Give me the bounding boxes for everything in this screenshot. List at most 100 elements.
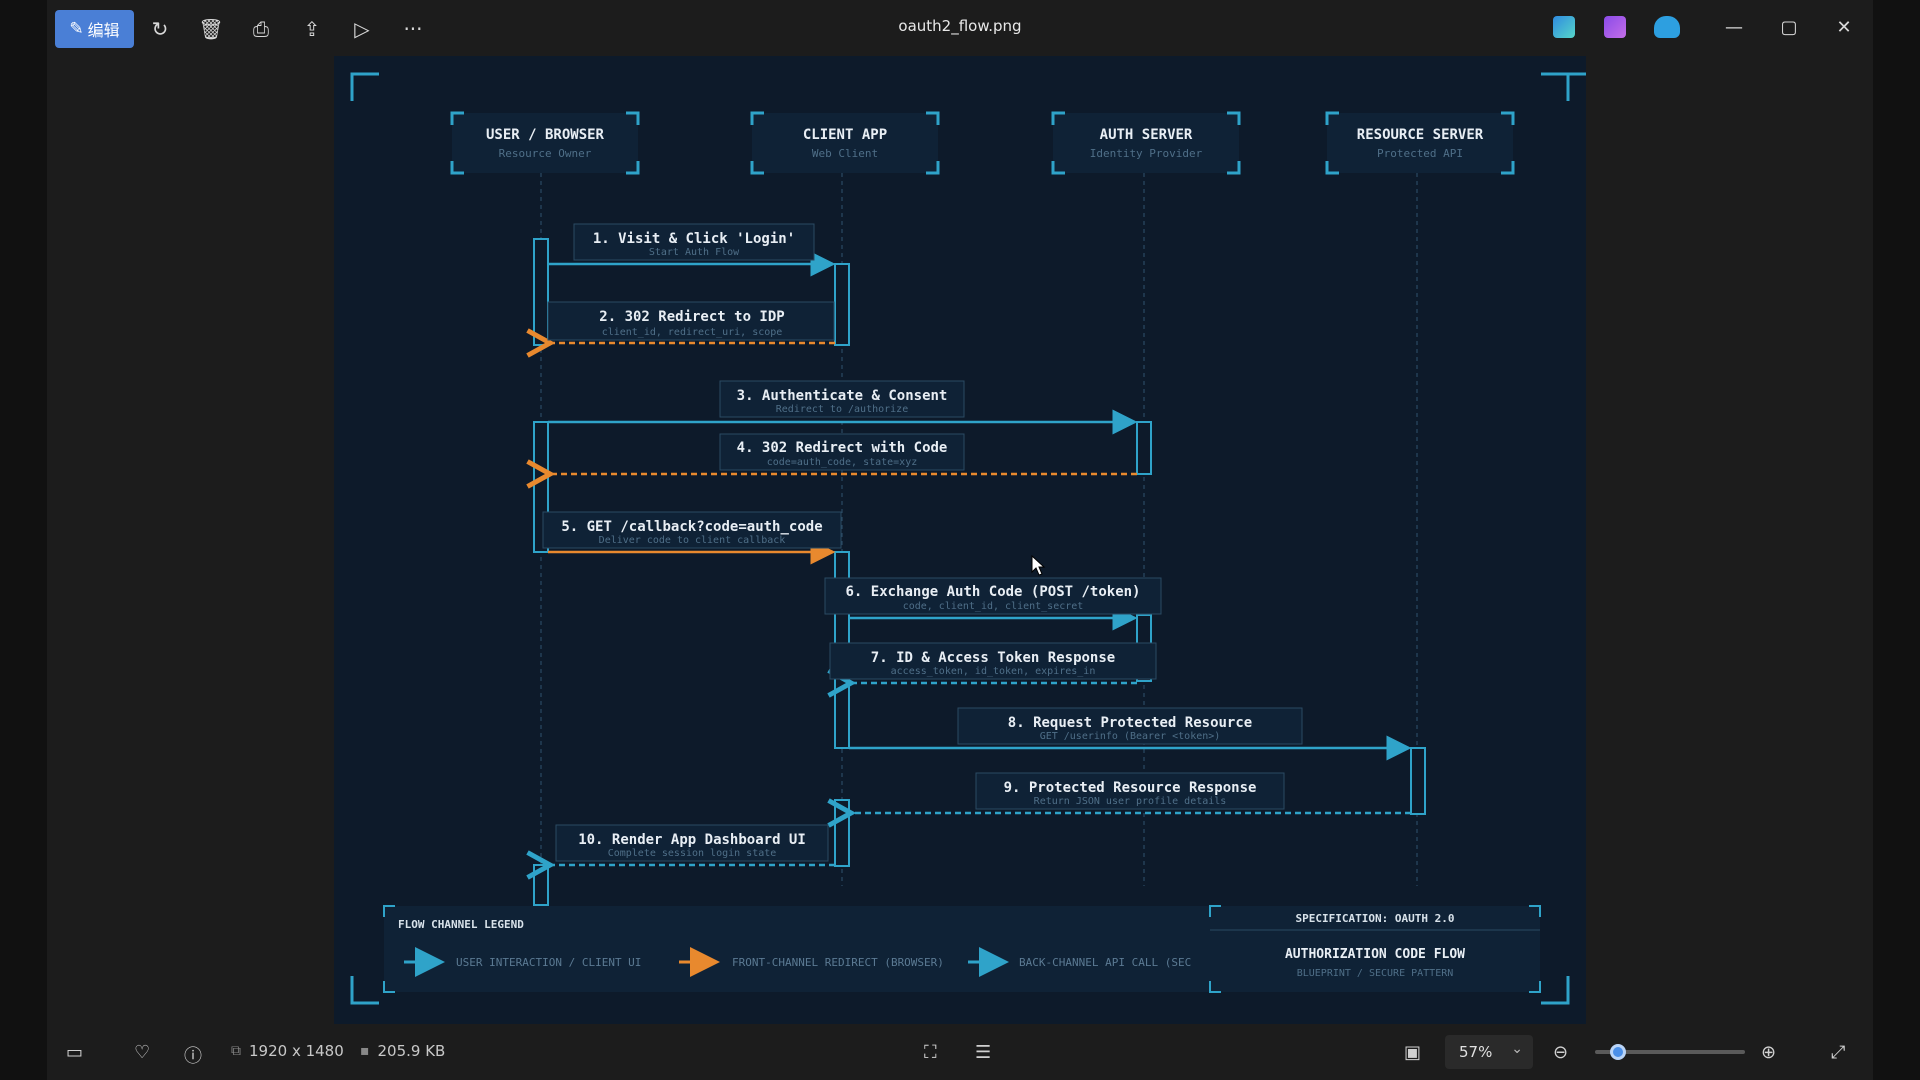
share-button[interactable]: ⇪ — [292, 10, 332, 48]
legend-item-user: USER INTERACTION / CLIENT UI — [456, 956, 641, 969]
info-button[interactable]: ⓘ — [184, 1042, 202, 1068]
designer-app-icon[interactable] — [1553, 16, 1575, 38]
step-9: 9. Protected Resource Response Return JS… — [851, 772, 1411, 813]
step-10-detail: Complete session login state — [608, 848, 777, 859]
zoom-select[interactable]: 57% ⌄ — [1445, 1035, 1533, 1069]
onedrive-icon[interactable] — [1654, 16, 1680, 38]
dimensions-text: 1920 x 1480 — [249, 1042, 344, 1060]
rotate-icon: ↻ — [151, 17, 169, 41]
text-extract-icon: ☰ — [975, 1042, 992, 1063]
chevron-down-icon: ⌄ — [1511, 1041, 1523, 1057]
step-9-title: 9. Protected Resource Response — [1004, 780, 1257, 796]
lane-title-user: USER / BROWSER — [486, 127, 605, 143]
print-icon: ⎙ — [253, 17, 269, 41]
step-7-detail: access_token, id_token, expires_in — [891, 666, 1096, 677]
step-10-title: 10. Render App Dashboard UI — [578, 832, 806, 848]
lane-subtitle-resource: Protected API — [1377, 147, 1463, 160]
crop-icon: ⛶ — [924, 1042, 937, 1063]
step-4: 4. 302 Redirect with Code code=auth_code… — [550, 433, 1137, 474]
delete-button[interactable]: 🗑 — [191, 10, 231, 48]
step-9-detail: Return JSON user profile details — [1034, 796, 1227, 807]
step-6-detail: code, client_id, client_secret — [903, 601, 1084, 612]
step-8-detail: GET /userinfo (Bearer <token>) — [1040, 731, 1221, 742]
lane-title-auth: AUTH SERVER — [1100, 127, 1193, 143]
info-icon: ⓘ — [184, 1046, 202, 1067]
lane-subtitle-client: Web Client — [812, 147, 878, 160]
maximize-button[interactable]: ▢ — [1766, 8, 1812, 46]
minimize-button[interactable]: — — [1711, 8, 1757, 46]
zoom-in-button[interactable]: ⊕ — [1761, 1042, 1776, 1063]
print-button[interactable]: ⎙ — [241, 10, 281, 48]
more-icon: ··· — [403, 17, 423, 41]
step-5-detail: Deliver code to client callback — [599, 535, 786, 546]
maximize-icon: ▢ — [1780, 16, 1798, 38]
zoom-out-button[interactable]: ⊖ — [1553, 1042, 1568, 1063]
filmstrip-button[interactable]: ▭ — [66, 1042, 83, 1063]
zoom-value: 57% — [1459, 1043, 1493, 1061]
image-canvas[interactable]: USER / BROWSER Resource Owner CLIENT APP… — [334, 56, 1586, 1024]
lane-subtitle-user: Resource Owner — [499, 147, 592, 160]
flow-legend: FLOW CHANNEL LEGEND USER INTERACTION / C… — [383, 905, 1221, 993]
slideshow-icon: ▷ — [354, 17, 370, 41]
clipchamp-app-icon[interactable] — [1604, 16, 1626, 38]
text-extract-button[interactable]: ☰ — [975, 1042, 991, 1063]
filmstrip-icon: ▭ — [66, 1042, 84, 1063]
rotate-button[interactable]: ↻ — [140, 10, 180, 48]
zoom-in-icon: ⊕ — [1761, 1042, 1777, 1063]
step-2-detail: client_id, redirect_uri, scope — [602, 327, 783, 338]
spec-box: SPECIFICATION: OAUTH 2.0 AUTHORIZATION C… — [1209, 905, 1541, 993]
step-3-title: 3. Authenticate & Consent — [737, 388, 948, 404]
edit-icon: ✎ — [69, 19, 84, 39]
step-5-title: 5. GET /callback?code=auth_code — [561, 519, 822, 535]
zoom-out-icon: ⊖ — [1553, 1042, 1569, 1063]
lane-title-resource: RESOURCE SERVER — [1357, 127, 1484, 143]
legend-item-front: FRONT-CHANNEL REDIRECT (BROWSER) — [732, 956, 944, 969]
edit-button[interactable]: ✎ 编辑 — [55, 10, 134, 48]
spec-subtitle: BLUEPRINT / SECURE PATTERN — [1297, 968, 1454, 979]
spec-label: SPECIFICATION: OAUTH 2.0 — [1296, 912, 1455, 925]
image-dimensions: ⧉ 1920 x 1480 — [231, 1042, 344, 1060]
zoom-slider-thumb[interactable] — [1610, 1044, 1626, 1060]
legend-item-back: BACK-CHANNEL API CALL (SEC — [1019, 956, 1191, 969]
step-4-title: 4. 302 Redirect with Code — [737, 440, 948, 456]
step-6-title: 6. Exchange Auth Code (POST /token) — [845, 584, 1140, 600]
favorite-button[interactable]: ♡ — [134, 1042, 150, 1063]
edit-label: 编辑 — [87, 21, 120, 40]
file-size: ▪ 205.9 KB — [360, 1042, 445, 1060]
fit-icon: ▣ — [1404, 1042, 1422, 1063]
fit-to-window-button[interactable]: ▣ — [1404, 1042, 1421, 1063]
save-icon: ▪ — [360, 1043, 370, 1059]
heart-icon: ♡ — [134, 1042, 151, 1063]
lane-title-client: CLIENT APP — [803, 127, 887, 143]
dimensions-icon: ⧉ — [231, 1043, 241, 1059]
close-button[interactable]: ✕ — [1821, 8, 1867, 46]
minimize-icon: — — [1725, 16, 1743, 38]
step-7-title: 7. ID & Access Token Response — [871, 650, 1115, 666]
step-2-title: 2. 302 Redirect to IDP — [599, 309, 784, 325]
file-size-text: 205.9 KB — [377, 1042, 446, 1060]
status-bar: ▭ ♡ ⓘ ⧉ 1920 x 1480 ▪ 205.9 KB ⛶ ☰ ▣ 57%… — [47, 1024, 1873, 1080]
fullscreen-button[interactable]: ⤢ — [1831, 1042, 1845, 1063]
step-1-detail: Start Auth Flow — [649, 247, 740, 258]
slideshow-button[interactable]: ▷ — [342, 10, 382, 48]
more-button[interactable]: ··· — [393, 10, 433, 48]
oauth-sequence-diagram: USER / BROWSER Resource Owner CLIENT APP… — [350, 72, 1586, 1005]
lane-header-auth: AUTH SERVER Identity Provider — [1051, 111, 1241, 175]
step-1: 1. Visit & Click 'Login' Start Auth Flow — [548, 223, 836, 277]
step-8-title: 8. Request Protected Resource — [1008, 715, 1252, 731]
spec-title: AUTHORIZATION CODE FLOW — [1285, 947, 1465, 962]
step-2: 2. 302 Redirect to IDP client_id, redire… — [548, 301, 835, 343]
step-10: 10. Render App Dashboard UI Complete ses… — [550, 824, 835, 865]
lane-header-client: CLIENT APP Web Client — [750, 111, 940, 175]
title-bar: ✎ 编辑 ↻ 🗑 ⎙ ⇪ ▷ ··· oauth2_flow.png — ▢ ✕ — [47, 0, 1873, 55]
step-1-title: 1. Visit & Click 'Login' — [593, 231, 795, 247]
lane-header-resource: RESOURCE SERVER Protected API — [1325, 111, 1515, 175]
lane-headers: USER / BROWSER Resource Owner CLIENT APP… — [450, 111, 1515, 175]
share-icon: ⇪ — [303, 17, 321, 41]
step-5: 5. GET /callback?code=auth_code Deliver … — [542, 511, 842, 565]
crop-button[interactable]: ⛶ — [924, 1042, 937, 1063]
close-icon: ✕ — [1836, 16, 1852, 38]
legend-title: FLOW CHANNEL LEGEND — [398, 918, 524, 931]
step-3: 3. Authenticate & Consent Redirect to /a… — [548, 380, 1138, 435]
step-3-detail: Redirect to /authorize — [776, 404, 908, 415]
